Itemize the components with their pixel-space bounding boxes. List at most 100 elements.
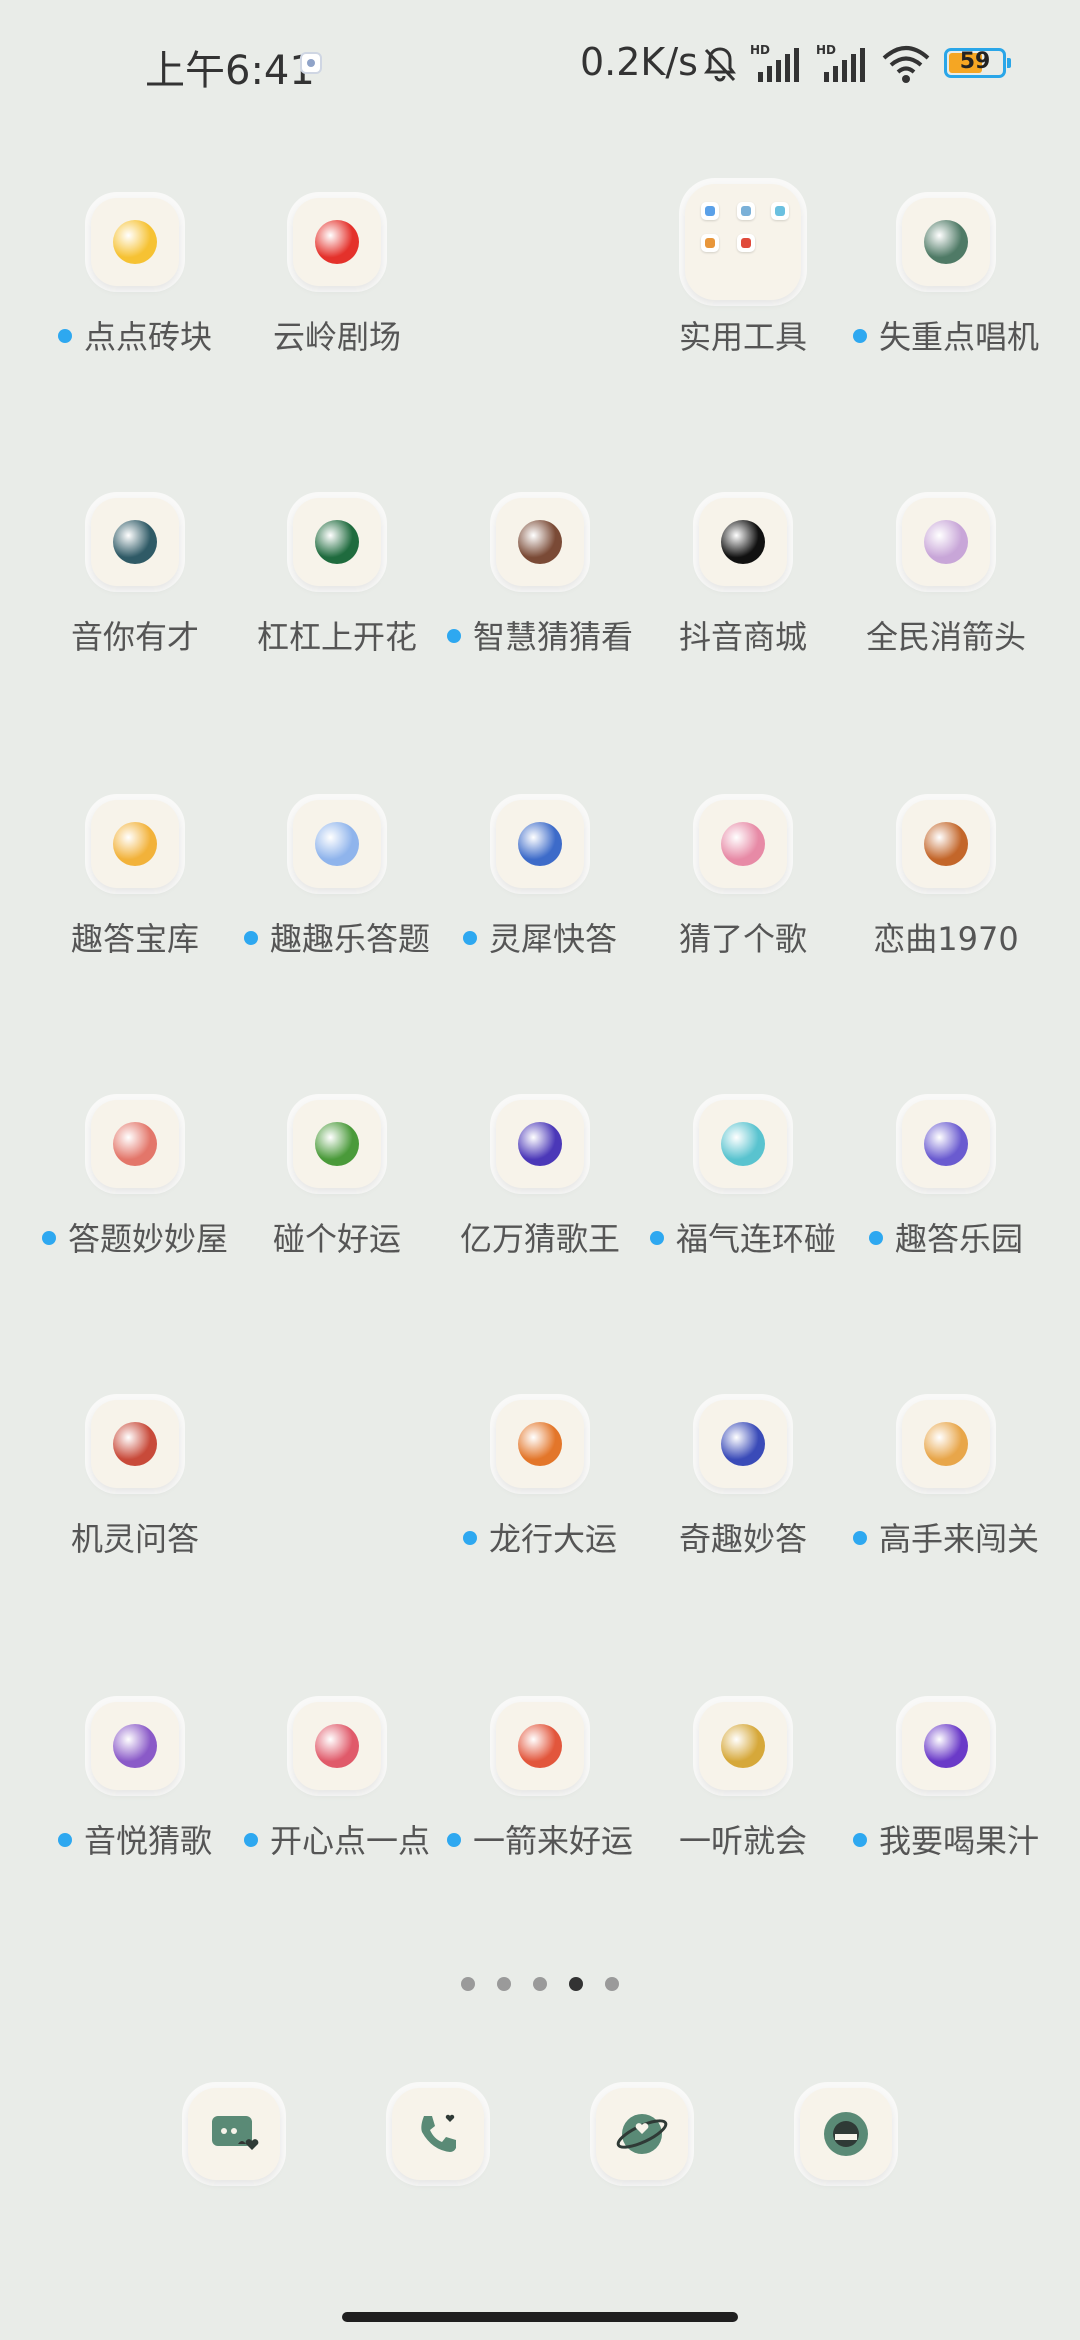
app-icon-tile[interactable] xyxy=(496,498,584,586)
app-item[interactable]: 音悦猜歌 xyxy=(35,1702,235,1922)
app-icon-tile[interactable] xyxy=(902,800,990,888)
rocket-icon xyxy=(721,1422,765,1466)
app-icon-tile[interactable] xyxy=(496,800,584,888)
app-item[interactable]: 灵犀快答 xyxy=(440,800,640,1020)
app-icon-tile[interactable] xyxy=(293,198,381,286)
app-item[interactable]: 全民消箭头 xyxy=(846,498,1046,718)
app-item[interactable]: 机灵问答 xyxy=(35,1400,235,1620)
app-item[interactable]: 趣趣乐答题 xyxy=(237,800,437,1020)
app-icon-tile[interactable] xyxy=(699,498,787,586)
app-icon-tile[interactable] xyxy=(91,1702,179,1790)
app-item[interactable]: 一听就会 xyxy=(643,1702,843,1922)
page-dot[interactable] xyxy=(533,1977,547,1991)
app-icon-tile[interactable] xyxy=(699,800,787,888)
app-label: 智慧猜猜看 xyxy=(440,616,640,658)
app-item[interactable]: 猜了个歌 xyxy=(643,800,843,1020)
app-label-text: 龙行大运 xyxy=(488,1520,617,1558)
app-label-text: 趣趣乐答题 xyxy=(269,920,430,958)
app-item[interactable]: 实用工具 xyxy=(643,184,843,418)
new-badge-dot xyxy=(243,1833,258,1847)
app-icon-tile[interactable] xyxy=(902,498,990,586)
theater-icon xyxy=(315,220,359,264)
app-icon-tile[interactable] xyxy=(293,1100,381,1188)
folder-icon[interactable] xyxy=(685,184,801,300)
new-badge-dot xyxy=(41,1231,56,1245)
folder-mini-icon xyxy=(701,202,719,220)
app-label-text: 恋曲1970 xyxy=(873,920,1019,958)
boy-character-icon xyxy=(113,1422,157,1466)
folder-mini-icon xyxy=(701,234,719,252)
app-item[interactable]: 龙行大运 xyxy=(440,1400,640,1620)
app-item[interactable]: 福气连环碰 xyxy=(643,1100,843,1320)
app-icon-tile[interactable] xyxy=(91,198,179,286)
app-icon-tile[interactable] xyxy=(902,1400,990,1488)
app-icon-tile[interactable] xyxy=(699,1100,787,1188)
app-item[interactable]: 我要喝果汁 xyxy=(846,1702,1046,1922)
app-item[interactable]: 抖音商城 xyxy=(643,498,843,718)
app-label: 灵犀快答 xyxy=(440,918,640,960)
app-item[interactable]: 碰个好运 xyxy=(237,1100,437,1320)
app-label: 趣趣乐答题 xyxy=(237,918,437,960)
dock-browser-button[interactable] xyxy=(596,2088,688,2180)
app-icon-tile[interactable] xyxy=(902,198,990,286)
dock-camera-button[interactable] xyxy=(800,2088,892,2180)
app-label: 我要喝果汁 xyxy=(846,1820,1046,1862)
app-icon-tile[interactable] xyxy=(699,1702,787,1790)
app-icon-tile[interactable] xyxy=(293,498,381,586)
status-icons: HD HD 59 xyxy=(700,40,1011,84)
app-item[interactable]: 答题妙妙屋 xyxy=(35,1100,235,1320)
dock-messages-button[interactable] xyxy=(188,2088,280,2180)
app-item[interactable]: 开心点一点 xyxy=(237,1702,437,1922)
app-icon-tile[interactable] xyxy=(293,1702,381,1790)
app-icon-tile[interactable] xyxy=(91,498,179,586)
app-item[interactable]: 失重点唱机 xyxy=(846,198,1046,418)
app-icon-tile[interactable] xyxy=(699,1400,787,1488)
app-item[interactable]: 趣答乐园 xyxy=(846,1100,1046,1320)
app-item[interactable]: 云岭剧场 xyxy=(237,198,437,418)
app-item[interactable]: 点点砖块 xyxy=(35,198,235,418)
app-label-text: 全民消箭头 xyxy=(865,618,1026,656)
app-label: 恋曲1970 xyxy=(846,918,1046,960)
app-item[interactable]: 高手来闯关 xyxy=(846,1400,1046,1620)
page-dot[interactable] xyxy=(461,1977,475,1991)
app-icon-tile[interactable] xyxy=(496,1400,584,1488)
new-badge-dot xyxy=(446,629,461,643)
app-item[interactable]: 趣答宝库 xyxy=(35,800,235,1020)
retro-music-icon xyxy=(924,822,968,866)
dragon-icon xyxy=(518,1422,562,1466)
new-badge-dot xyxy=(852,1531,867,1545)
app-label-text: 失重点唱机 xyxy=(878,318,1039,356)
app-item[interactable]: 一箭来好运 xyxy=(440,1702,640,1922)
page-dot[interactable] xyxy=(497,1977,511,1991)
new-badge-dot xyxy=(57,1833,72,1847)
app-item[interactable]: 奇趣妙答 xyxy=(643,1400,843,1620)
app-icon-tile[interactable] xyxy=(902,1702,990,1790)
app-item[interactable]: 音你有才 xyxy=(35,498,235,718)
new-badge-dot xyxy=(243,931,258,945)
page-dot[interactable] xyxy=(569,1977,583,1991)
app-label-text: 亿万猜歌王 xyxy=(459,1220,620,1258)
app-label-text: 答题妙妙屋 xyxy=(67,1220,228,1258)
app-icon-tile[interactable] xyxy=(496,1702,584,1790)
app-label: 趣答乐园 xyxy=(846,1218,1046,1260)
dock-phone-button[interactable] xyxy=(392,2088,484,2180)
app-icon-tile[interactable] xyxy=(902,1100,990,1188)
app-label-text: 灵犀快答 xyxy=(488,920,617,958)
page-dot[interactable] xyxy=(605,1977,619,1991)
new-badge-dot xyxy=(868,1231,883,1245)
hd-signal-icon: HD xyxy=(750,43,799,82)
purple-music-icon xyxy=(113,1724,157,1768)
app-label-text: 云岭剧场 xyxy=(272,318,401,356)
home-gesture-bar[interactable] xyxy=(342,2312,738,2322)
app-item[interactable]: 杠杠上开花 xyxy=(237,498,437,718)
app-item[interactable]: 恋曲1970 xyxy=(846,800,1046,1020)
app-item[interactable]: 亿万猜歌王 xyxy=(440,1100,640,1320)
app-icon-tile[interactable] xyxy=(496,1100,584,1188)
app-icon-tile[interactable] xyxy=(91,1100,179,1188)
app-item[interactable]: 智慧猜猜看 xyxy=(440,498,640,718)
app-icon-tile[interactable] xyxy=(91,800,179,888)
battery-icon: 59 xyxy=(944,48,1011,78)
app-label-text: 机灵问答 xyxy=(70,1520,199,1558)
app-icon-tile[interactable] xyxy=(91,1400,179,1488)
app-icon-tile[interactable] xyxy=(293,800,381,888)
